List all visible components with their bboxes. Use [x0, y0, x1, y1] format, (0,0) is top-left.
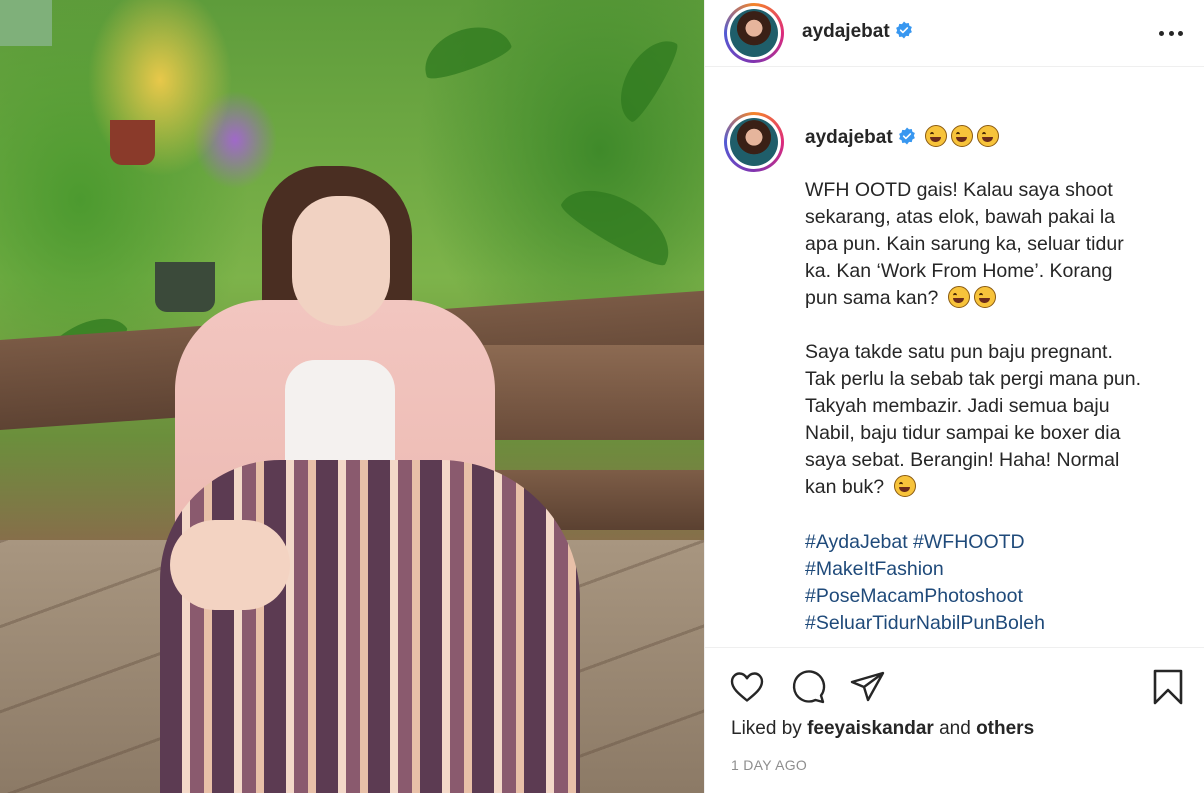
share-button[interactable] [848, 667, 888, 707]
caption-username[interactable]: aydajebat [805, 127, 893, 148]
flower-pot [110, 120, 155, 165]
post-timestamp[interactable]: 1 DAY AGO [731, 757, 807, 773]
caption-section: aydajebat WFH OOTD gais! Kalau saya shoo… [705, 68, 1204, 648]
hashtag-link[interactable]: #PoseMacamPhotoshoot [805, 583, 1185, 610]
bookmark-icon [1153, 669, 1183, 705]
laughing-emoji-icon [947, 286, 970, 308]
caption-text: WFH OOTD gais! Kalau saya shoot sekarang… [805, 179, 1142, 498]
more-options-icon[interactable] [1159, 28, 1183, 38]
share-icon [850, 671, 885, 702]
comment-icon [792, 670, 826, 704]
header-username[interactable]: aydajebat [802, 21, 913, 43]
hashtag-list: #AydaJebat #WFHOOTD #MakeItFashion #Pose… [805, 529, 1185, 637]
action-bar: Liked by feeyaiskandar and others 1 DAY … [705, 649, 1204, 779]
username-text[interactable]: aydajebat [802, 21, 890, 42]
avatar[interactable] [724, 3, 784, 63]
bench-backrest-right [460, 345, 704, 440]
flower-pot [155, 262, 215, 312]
grinning-sweat-emoji-icon [973, 286, 996, 308]
post-side-panel: aydajebat aydajebat WFH OOTD gais! Kalau… [704, 0, 1204, 793]
person-face [292, 196, 390, 326]
hashtag-link[interactable]: #MakeItFashion [805, 556, 1185, 583]
heart-icon [730, 672, 764, 702]
likes-others-link[interactable]: others [976, 718, 1034, 739]
laughing-emoji-icon [976, 125, 999, 147]
liked-by-user-link[interactable]: feeyaiskandar [807, 718, 934, 739]
hashtag-link[interactable]: #AydaJebat #WFHOOTD [805, 529, 1185, 556]
likes-prefix: Liked by [731, 718, 802, 739]
verified-badge-icon [895, 21, 912, 39]
likes-and: and [939, 718, 971, 739]
verified-badge-icon [898, 127, 915, 145]
photo-corner-overlay [0, 0, 52, 46]
post-header: aydajebat [705, 0, 1204, 67]
laughing-emoji-icon [950, 125, 973, 147]
grinning-sweat-emoji-icon [893, 475, 916, 497]
save-button[interactable] [1148, 667, 1188, 707]
hashtag-link[interactable]: #SeluarTidurNabilPunBoleh [805, 610, 1185, 637]
caption-avatar[interactable] [724, 112, 784, 172]
laughing-emoji-icon [924, 125, 947, 147]
post-photo[interactable] [0, 0, 704, 793]
person-pants [160, 460, 580, 793]
likes-summary: Liked by feeyaiskandar and others [731, 718, 1034, 740]
comment-button[interactable] [788, 667, 828, 707]
caption-header: aydajebat [805, 125, 999, 149]
person-hands [170, 520, 290, 610]
like-button[interactable] [727, 667, 767, 707]
